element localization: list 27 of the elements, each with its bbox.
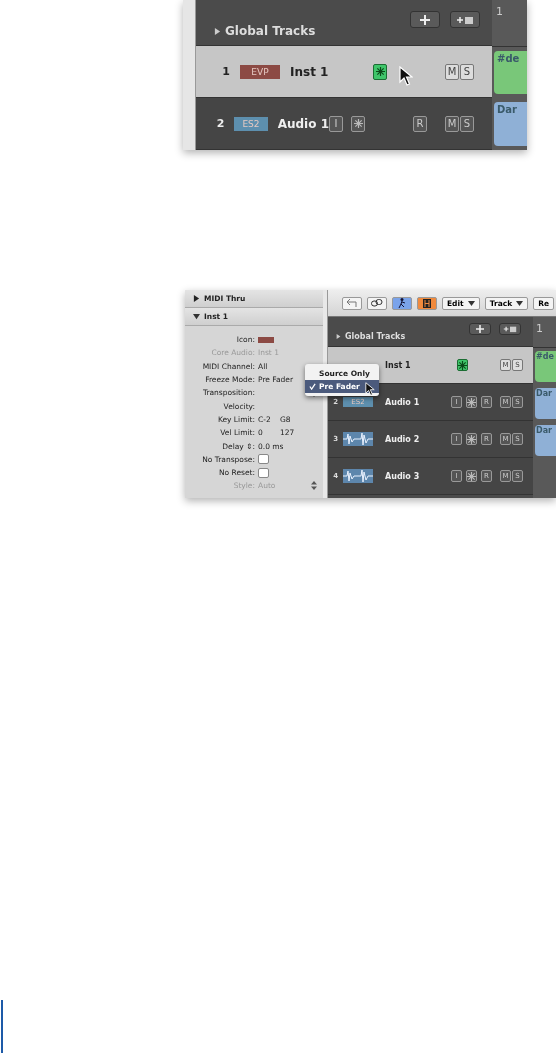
instrument-badge: ES2 <box>234 116 268 131</box>
bar-number: 1 <box>496 5 503 18</box>
region[interactable]: Dar <box>494 102 527 146</box>
track-name: Audio 3 <box>385 471 421 481</box>
track-header[interactable]: 1 EVP Inst 1 M S <box>196 46 492 98</box>
record-enable-button[interactable]: R <box>413 115 427 132</box>
global-tracks-label[interactable]: Global Tracks <box>345 332 406 341</box>
bar-number: 1 <box>536 322 543 335</box>
track-name: Inst 1 <box>290 64 330 79</box>
track-name: Audio 1 <box>385 397 421 407</box>
input-monitor-button[interactable]: I <box>329 115 343 132</box>
instrument-badge: EVP <box>240 64 280 79</box>
region[interactable]: #de <box>494 50 527 95</box>
solo-button[interactable]: S <box>460 63 474 80</box>
region[interactable]: Dar <box>535 388 556 419</box>
region[interactable]: #de <box>535 351 556 382</box>
track-number: 2 <box>215 117 225 130</box>
mute-button[interactable]: M <box>445 115 459 132</box>
track-header[interactable]: 2 ES2 Audio 1 I R M S <box>196 98 492 150</box>
mute-button[interactable]: M <box>445 63 459 80</box>
track-name: Audio 1 <box>277 116 329 131</box>
global-tracks-label[interactable]: Global Tracks <box>225 24 316 38</box>
track-number: 1 <box>221 65 230 78</box>
region[interactable]: Dar <box>535 425 556 456</box>
solo-button[interactable]: S <box>460 115 474 132</box>
track-name: Inst 1 <box>385 360 412 370</box>
track-name: Audio 2 <box>385 434 421 444</box>
